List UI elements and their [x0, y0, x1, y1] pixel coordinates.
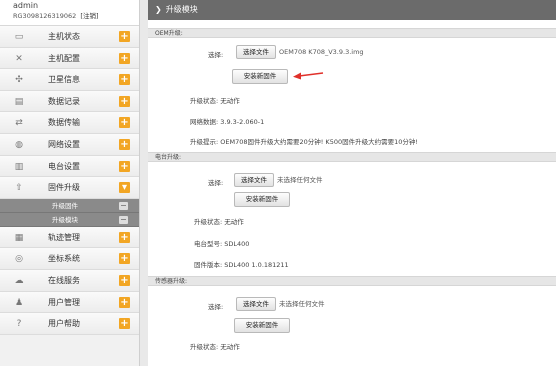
- radio-icon: ▥: [14, 161, 24, 172]
- upload-icon: ⇧: [15, 183, 23, 194]
- sidebar-item-label: 数据记录: [48, 96, 80, 106]
- expand-icon[interactable]: +: [119, 31, 130, 42]
- expand-icon[interactable]: +: [119, 52, 130, 64]
- tools-icon: ✕: [15, 53, 23, 64]
- track-icon: ▦: [14, 232, 24, 243]
- submenu-item-label: 升级固件: [52, 201, 78, 210]
- section-sensor-head: 传感器升级:: [148, 276, 556, 286]
- username: admin: [13, 1, 39, 10]
- oem-upgrade-tip: 升级提示: OEM708固件升级大约需要20分钟! K500固件升级大约需要10…: [190, 138, 418, 146]
- expand-icon[interactable]: +: [119, 296, 130, 308]
- radio-firmware-version: 固件版本: SDL400 1.0.181211: [194, 261, 289, 269]
- sensor-file-name: 未选择任何文件: [279, 300, 325, 308]
- sensor-file-label: 选择:: [208, 303, 224, 311]
- radio-file-name: 未选择任何文件: [277, 176, 323, 184]
- expand-icon[interactable]: +: [119, 95, 130, 107]
- record-icon: ▤: [14, 96, 24, 107]
- radio-model: 电台型号: SDL400: [194, 240, 250, 248]
- sidebar: admin RG3098126319062 [注销] ▭ 主机状态 + ✕ 主机配置 + ✣…: [0, 0, 140, 366]
- sidebar-item-monitor[interactable]: ▭ 主机状态 +: [0, 26, 139, 48]
- sidebar-item-cloud[interactable]: ☁ 在线服务 +: [0, 269, 139, 292]
- sensor-choose-file-button[interactable]: 选择文件: [236, 297, 276, 311]
- device-id: RG3098126319062: [13, 12, 77, 20]
- sidebar-item-label: 在线服务: [48, 275, 80, 285]
- sidebar-item-globe[interactable]: ◍ 网络设置 +: [0, 133, 139, 156]
- sidebar-item-tools[interactable]: ✕ 主机配置 +: [0, 47, 139, 70]
- main-panel: ❯ 升级模块 OEM升级: 选择: 选择文件 OEM708 K708_V3.9.3…: [148, 0, 556, 366]
- submenu-item-label: 升级模块: [52, 215, 78, 224]
- cloud-icon: ☁: [14, 275, 24, 286]
- collapse-icon[interactable]: ▾: [119, 182, 130, 194]
- submenu-item-upgrade-module[interactable]: 升级模块: [0, 213, 139, 227]
- sidebar-item-label: 主机状态: [48, 32, 80, 41]
- sensor-install-button[interactable]: 安装新固件: [234, 318, 290, 333]
- sensor-status: 升级状态: 无动作: [190, 343, 240, 351]
- sidebar-item-label: 卫星信息: [48, 75, 80, 85]
- chevron-right-icon: ❯: [155, 5, 162, 14]
- section-radio-head: 电台升级:: [148, 152, 556, 162]
- oem-install-button[interactable]: 安装新固件: [232, 69, 288, 84]
- sidebar-item-radio[interactable]: ▥ 电台设置 +: [0, 155, 139, 178]
- oem-board-version: 网络数据: 3.9.3-2.060-1: [190, 118, 265, 126]
- sidebar-item-label: 轨迹管理: [48, 232, 80, 242]
- expand-icon[interactable]: +: [119, 138, 130, 150]
- red-arrow-icon: [293, 72, 324, 80]
- expand-icon[interactable]: +: [119, 160, 130, 172]
- oem-file-label: 选择:: [208, 51, 224, 59]
- minus-icon: [119, 215, 128, 224]
- transfer-icon: ⇄: [15, 118, 23, 129]
- oem-file-name: OEM708 K708_V3.9.3.img: [279, 48, 364, 56]
- logout-link[interactable]: [注销]: [80, 12, 98, 20]
- monitor-icon: ▭: [14, 32, 24, 42]
- sidebar-item-record[interactable]: ▤ 数据记录 +: [0, 90, 139, 113]
- help-icon: ?: [16, 319, 22, 330]
- sidebar-item-label: 坐标系统: [48, 254, 80, 264]
- oem-status: 升级状态: 无动作: [190, 97, 240, 105]
- sidebar-item-coordinate[interactable]: ◎ 坐标系统 +: [0, 248, 139, 270]
- sidebar-item-transfer[interactable]: ⇄ 数据传输 +: [0, 112, 139, 134]
- section-oem-head: OEM升级:: [148, 28, 556, 38]
- expand-icon[interactable]: +: [119, 274, 130, 286]
- oem-choose-file-button[interactable]: 选择文件: [236, 45, 276, 59]
- submenu-item-upgrade-firmware[interactable]: 升级固件: [0, 199, 139, 213]
- sidebar-item-user[interactable]: ♟ 用户管理 +: [0, 291, 139, 314]
- radio-choose-file-button[interactable]: 选择文件: [234, 173, 274, 187]
- expand-icon[interactable]: +: [119, 117, 130, 129]
- sidebar-item-label: 主机配置: [48, 53, 80, 63]
- user-icon: ♟: [14, 297, 24, 308]
- expand-icon[interactable]: +: [119, 318, 130, 330]
- page-title: 升级模块: [165, 5, 198, 14]
- minus-icon: [119, 201, 128, 210]
- firmware-submenu: 升级固件 升级模块: [0, 198, 139, 227]
- sidebar-item-label: 固件升级: [48, 183, 80, 193]
- radio-status: 升级状态: 无动作: [194, 218, 244, 226]
- sidebar-item-label: 电台设置: [48, 161, 80, 171]
- expand-icon[interactable]: +: [119, 231, 130, 243]
- sidebar-item-label: 用户帮助: [48, 319, 80, 329]
- radio-install-button[interactable]: 安装新固件: [234, 192, 290, 207]
- sidebar-item-label: 网络设置: [48, 139, 80, 149]
- sidebar-item-label: 数据传输: [48, 118, 80, 128]
- sidebar-item-satellite[interactable]: ✣ 卫星信息 +: [0, 69, 139, 91]
- page-title-bar: ❯ 升级模块: [148, 0, 556, 20]
- expand-icon[interactable]: +: [119, 253, 130, 265]
- sidebar-item-upload[interactable]: ⇧ 固件升级 ▾: [0, 177, 139, 199]
- coordinate-icon: ◎: [15, 254, 23, 265]
- sidebar-item-help[interactable]: ? 用户帮助 +: [0, 313, 139, 335]
- radio-file-label: 选择:: [208, 179, 224, 187]
- user-info: admin RG3098126319062 [注销]: [0, 0, 139, 26]
- satellite-icon: ✣: [15, 75, 23, 86]
- sidebar-item-track[interactable]: ▦ 轨迹管理 +: [0, 226, 139, 249]
- expand-icon[interactable]: +: [119, 74, 130, 86]
- globe-icon: ◍: [15, 139, 23, 150]
- sidebar-item-label: 用户管理: [48, 297, 80, 307]
